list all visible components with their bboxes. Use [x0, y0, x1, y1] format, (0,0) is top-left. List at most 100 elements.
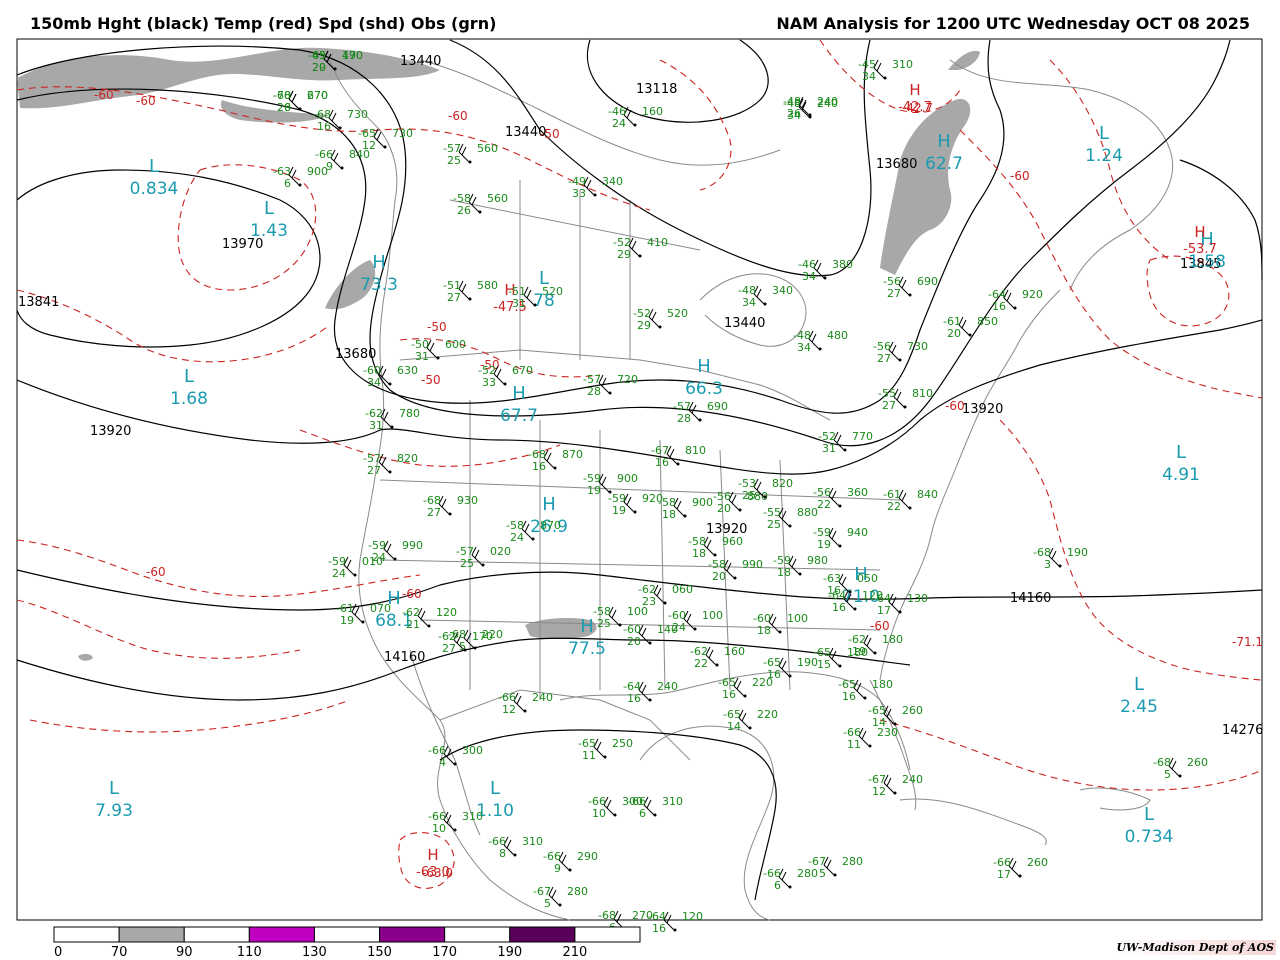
station-height: 180: [847, 646, 868, 659]
station-dot: [893, 791, 897, 795]
wind-barb-flag: [606, 799, 612, 809]
center-letter: L: [1176, 442, 1186, 463]
station-dot: [648, 698, 652, 702]
station-height: 240: [817, 95, 838, 108]
station-dewpoint: 16: [842, 690, 856, 703]
station-height: 160: [642, 105, 663, 118]
station-dewpoint: 6: [774, 879, 781, 892]
temp-center: H-63.0: [416, 846, 450, 880]
wind-barb-flag: [831, 530, 837, 540]
wind-barb-flag: [741, 712, 747, 722]
station-height: 020: [490, 545, 511, 558]
temp-label: -60: [448, 109, 468, 123]
station-height: 300: [462, 744, 483, 757]
station-obs: -65 25011: [578, 737, 633, 762]
colorbar-tick-label: 110: [237, 945, 262, 960]
center-letter: H: [697, 356, 711, 377]
station-dewpoint: 24: [332, 567, 346, 580]
station-dewpoint: 6: [284, 101, 291, 114]
station-dewpoint: 16: [832, 601, 846, 614]
station-dewpoint: 5: [544, 897, 551, 910]
station-obs: -61 85020: [943, 315, 998, 340]
center-letter: L: [1134, 674, 1144, 695]
station-dot: [903, 405, 907, 409]
station-height: 250: [612, 737, 633, 750]
station-dot: [788, 674, 792, 678]
station-dot: [453, 828, 457, 832]
station-obs: -46 16024: [608, 105, 663, 130]
station-dot: [778, 630, 782, 634]
station-height: 240: [532, 691, 553, 704]
temp-label: -60: [146, 565, 166, 579]
station-dewpoint: 6: [284, 177, 291, 190]
station-obs: -59 92019: [608, 492, 663, 517]
station-height: 580: [477, 279, 498, 292]
wind-barb-flag: [516, 695, 522, 705]
station-dewpoint: 15: [817, 658, 831, 671]
coast-arctic: [419, 59, 781, 166]
height-label: 13841: [18, 295, 59, 310]
temp-center-letter: H: [909, 81, 920, 99]
station-dewpoint: 3: [1044, 558, 1051, 571]
station-dot: [531, 537, 535, 541]
station-dot: [603, 755, 607, 759]
coast-greenland: [949, 59, 1174, 291]
height-label: 13920: [962, 402, 1003, 417]
center-letter: L: [264, 198, 274, 219]
station-dot: [333, 67, 337, 71]
height-label: 13440: [724, 316, 765, 331]
wind-barb-flag: [291, 169, 297, 179]
station-height: 310: [462, 810, 483, 823]
station-height: 520: [542, 285, 563, 298]
station-dot: [353, 573, 357, 577]
station-height: 810: [685, 444, 706, 457]
temp-contour-5: [299, 429, 561, 467]
wind-barb-flag: [601, 476, 607, 486]
station-obs: -64 92016: [988, 288, 1043, 313]
station-dewpoint: 22: [694, 657, 708, 670]
station-obs: -56 69027: [883, 275, 938, 300]
station-obs: -68 1903: [1033, 546, 1088, 571]
station-dot: [908, 506, 912, 510]
height-label: 13680: [335, 347, 376, 362]
station-dewpoint: 11: [847, 738, 861, 751]
station-obs: -52 41029: [613, 236, 668, 261]
station-dot: [436, 356, 440, 360]
wind-barb-flag: [626, 109, 632, 119]
temp-center-letter: H: [427, 846, 438, 864]
temp-label: -60: [945, 399, 965, 413]
wind-barb-flag: [506, 839, 512, 849]
station-obs: -65 22016: [718, 676, 773, 701]
center-letter: L: [1099, 123, 1109, 144]
station-dot: [968, 333, 972, 337]
wind-barb-flag: [756, 481, 762, 491]
colorbar-tick-label: 190: [497, 945, 522, 960]
station-obs: -56 36022: [813, 486, 868, 511]
pressure-center: L0.834: [130, 156, 179, 199]
station-dot: [908, 293, 912, 297]
station-height: 380: [832, 258, 853, 271]
station-height: 100: [627, 605, 648, 618]
wind-barb-flag: [386, 543, 392, 553]
station-dewpoint: 34: [862, 70, 876, 83]
wind-barb-flag: [1051, 550, 1057, 560]
station-obs: -68 2605: [1153, 756, 1208, 781]
station-obs: -67 81016: [651, 444, 706, 469]
station-dewpoint: 25: [460, 557, 474, 570]
station-dot: [833, 873, 837, 877]
jet-shade-alaska: [17, 47, 440, 109]
wind-barb-flag: [771, 616, 777, 626]
station-obs: -66 3108: [488, 835, 543, 860]
station-obs: -57 02025: [456, 545, 511, 570]
station-dot: [838, 544, 842, 548]
station-dot: [676, 462, 680, 466]
wind-barb-flag: [891, 596, 897, 606]
station-height: 990: [742, 558, 763, 571]
station-obs: -57 72028: [583, 373, 638, 398]
station-dot: [843, 448, 847, 452]
wind-barb-flag: [641, 684, 647, 694]
station-dot: [453, 762, 457, 766]
station-dewpoint: 16: [317, 120, 331, 133]
colorbar-segment: [574, 926, 641, 943]
center-value: 62.7: [925, 154, 963, 174]
